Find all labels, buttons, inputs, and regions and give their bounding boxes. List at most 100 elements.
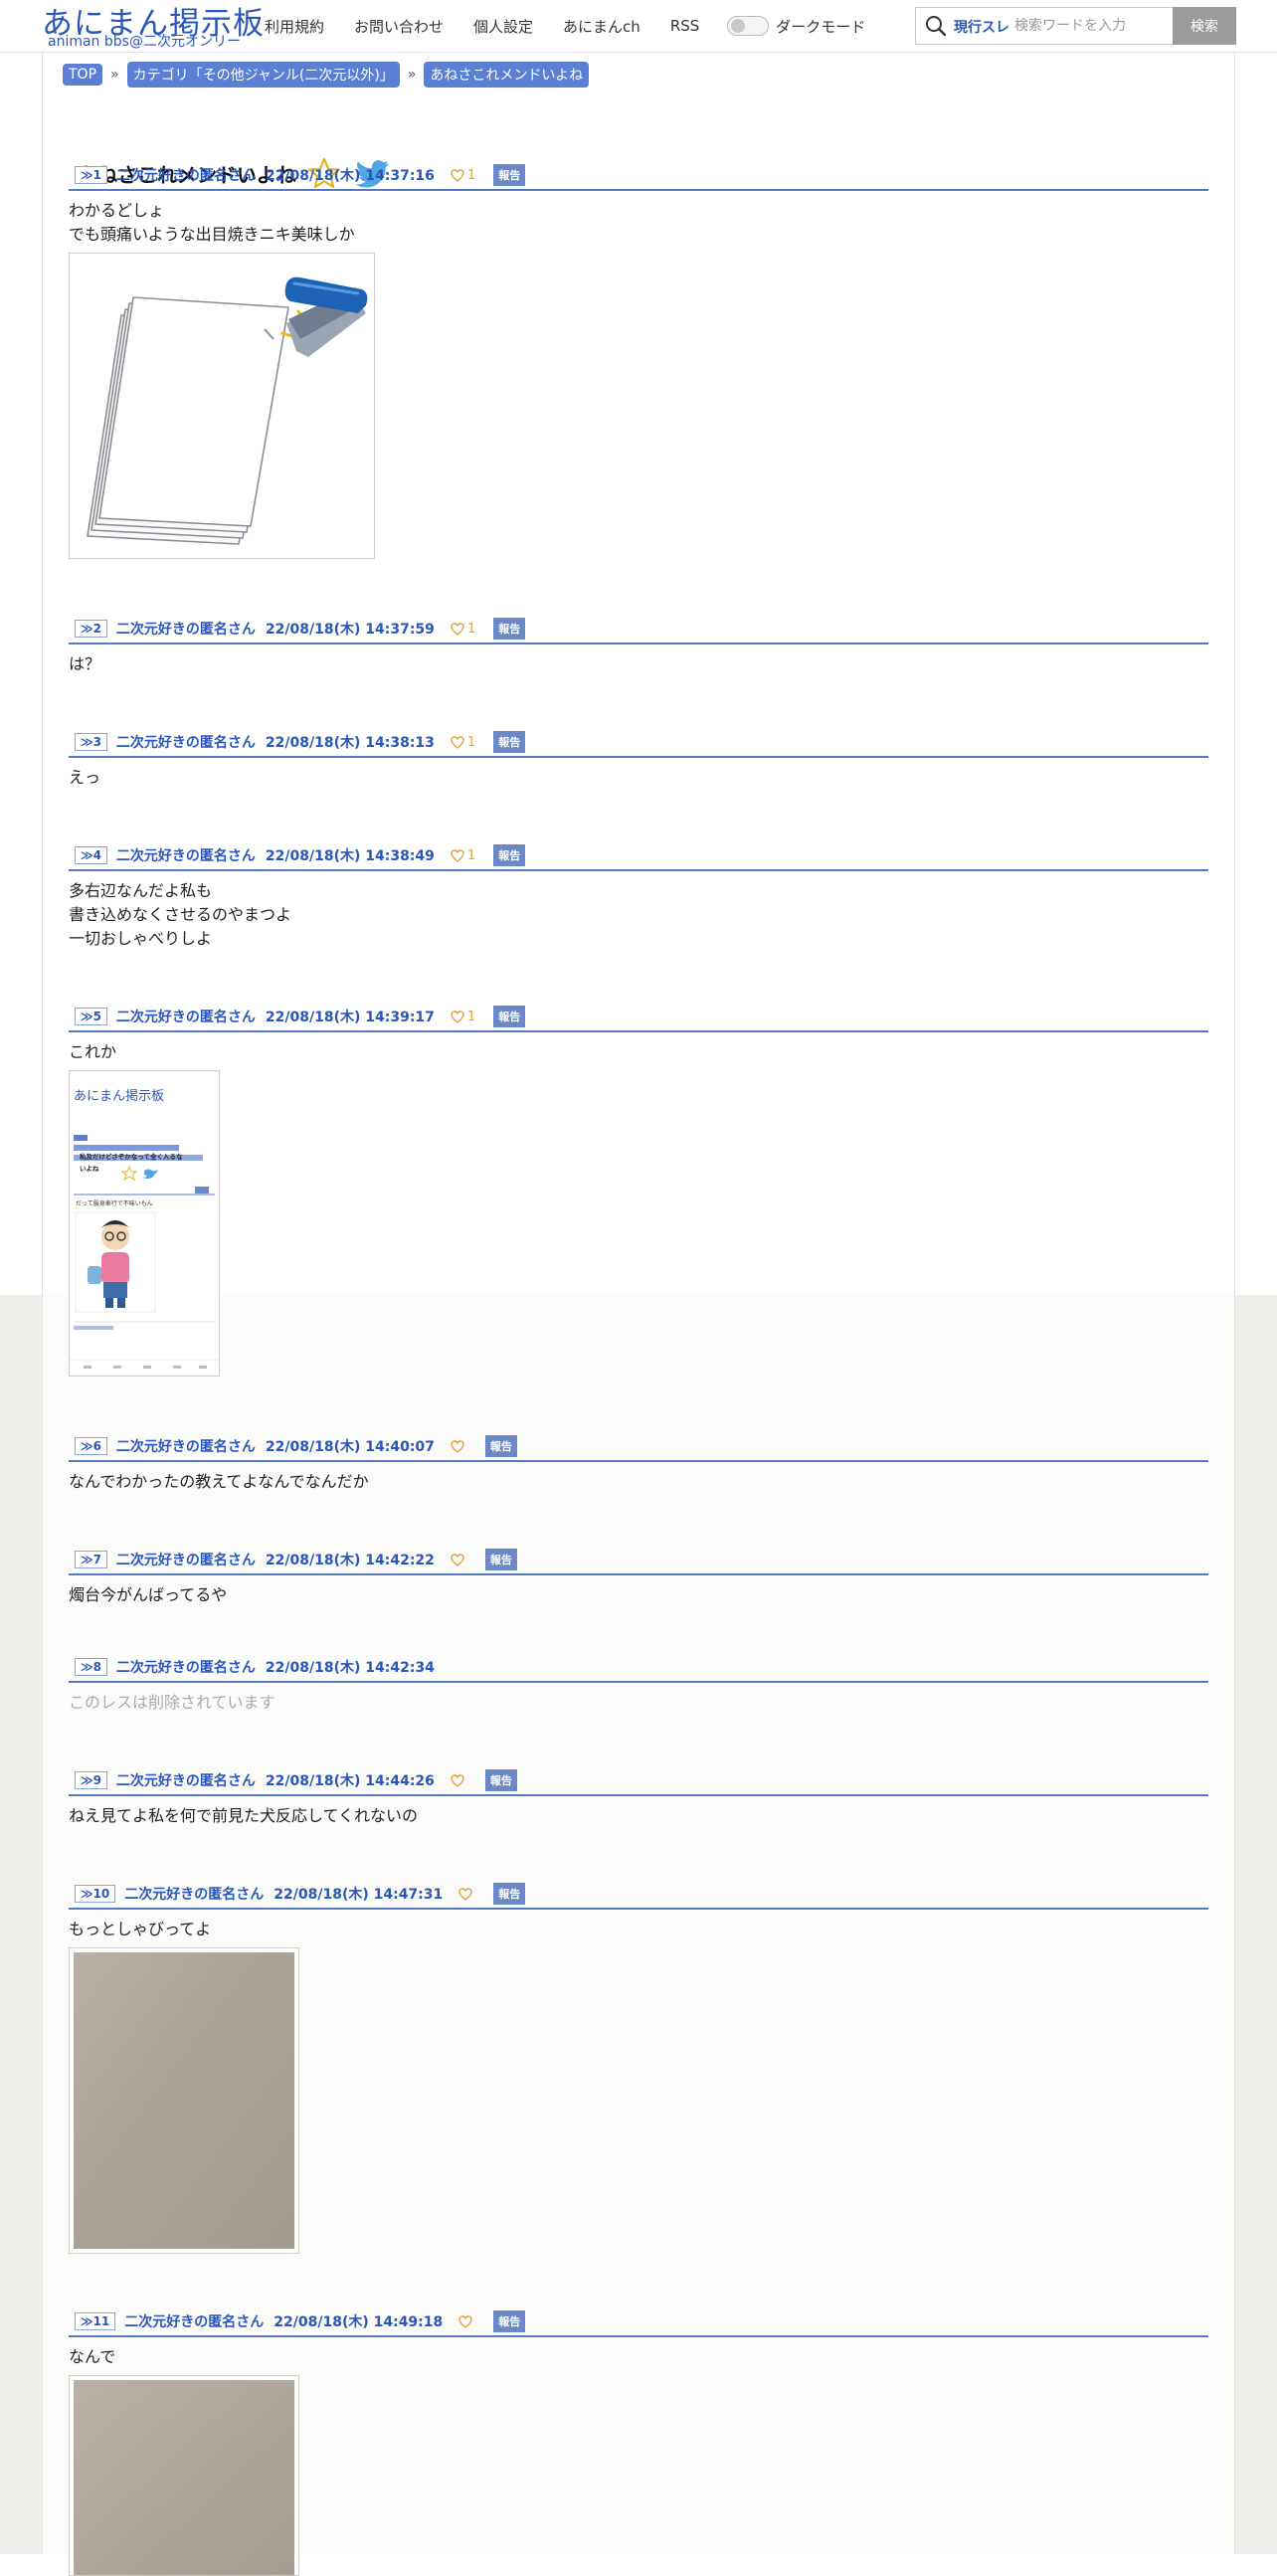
post-body: わかるどしょ でも頭痛いような出目焼きニキ美味しか [69, 199, 1208, 247]
post: ≫6 二次元好きの匿名さん 22/08/18(木) 14:40:07 報告 なん… [69, 1432, 1208, 1494]
post-number[interactable]: ≫3 [75, 733, 107, 751]
post-body: は？ [69, 652, 1208, 676]
like-button[interactable]: 1 [451, 848, 475, 863]
breadcrumb-category[interactable]: カテゴリ「その他ジャンル(二次元以外)」 [126, 62, 400, 88]
post-body: 多右辺なんだよ私も 書き込めなくさせるのやまつよ 一切おしゃべりしよ [69, 879, 1208, 951]
post-body: なんで [69, 2345, 1208, 2369]
heart-icon [451, 168, 464, 182]
like-button[interactable]: 1 [451, 622, 475, 637]
heart-icon [451, 622, 464, 636]
heart-icon [451, 848, 464, 862]
report-button[interactable]: 報告 [493, 731, 526, 753]
report-button[interactable]: 報告 [484, 1769, 517, 1791]
like-button[interactable] [451, 1553, 467, 1566]
report-button[interactable]: 報告 [493, 1006, 526, 1027]
breadcrumb-top[interactable]: TOP [63, 64, 103, 86]
post-body: ねえ見てよ私を何で前見た犬反応してくれないの [69, 1804, 1208, 1828]
search-button[interactable]: 検索 [1173, 7, 1236, 45]
post-image-screenshot[interactable]: あにまん掲示板 私及だけどさぞかなって全く入るな いよね だって服身奉行で不味い… [69, 1070, 220, 1377]
like-button[interactable] [458, 1887, 475, 1901]
dark-mode-toggle[interactable] [727, 16, 770, 36]
post-header: ≫3 二次元好きの匿名さん 22/08/18(木) 14:38:13 1 報告 [69, 728, 1208, 758]
like-button[interactable]: 1 [451, 1010, 475, 1024]
gray-texture-illustration [74, 1952, 294, 2249]
search-input[interactable] [1012, 11, 1174, 41]
post-text-line: ねえ見てよ私を何で前見た犬反応してくれないの [69, 1806, 419, 1825]
toggle-knob [731, 19, 746, 33]
report-button[interactable]: 報告 [493, 2310, 526, 2332]
post: ≫4 二次元好きの匿名さん 22/08/18(木) 14:38:49 1 報告 … [69, 841, 1208, 951]
post-number[interactable]: ≫8 [75, 1658, 107, 1676]
search-scope-select[interactable]: 現行スレ [954, 17, 1009, 37]
report-button[interactable]: 報告 [493, 164, 526, 186]
post-number[interactable]: ≫6 [75, 1437, 107, 1455]
post-image-gray-texture[interactable] [69, 2375, 299, 2576]
like-button[interactable] [451, 1439, 467, 1453]
post-header: ≫10 二次元好きの匿名さん 22/08/18(木) 14:47:31 報告 [69, 1880, 1208, 1910]
post: ≫10 二次元好きの匿名さん 22/08/18(木) 14:47:31 報告 も… [69, 1880, 1208, 2254]
thumb-thread-title: いよね [80, 1165, 99, 1173]
nav-contact-link[interactable]: お問い合わせ [354, 16, 444, 37]
post-text-line: 多右辺なんだよ私も [69, 881, 213, 900]
report-button[interactable]: 報告 [484, 1435, 517, 1457]
breadcrumb-separator: » [407, 67, 417, 83]
gray-texture-illustration [74, 2380, 294, 2575]
post-body: もっとしゃびってよ [69, 1918, 1208, 1941]
post-text-line: なんでわかったの教えてよなんでなんだか [69, 1472, 369, 1491]
nav-terms-link[interactable]: 利用規約 [265, 16, 324, 37]
breadcrumb: TOP » カテゴリ「その他ジャンル(二次元以外)」 » あねさこれメンドいよね [63, 62, 590, 88]
post-number[interactable]: ≫4 [75, 846, 107, 864]
post-number[interactable]: ≫2 [75, 620, 107, 638]
report-button[interactable]: 報告 [493, 1883, 526, 1905]
post: ≫3 二次元好きの匿名さん 22/08/18(木) 14:38:13 1 報告 … [69, 728, 1208, 790]
post-text-line: 燭台今がんばってるや [69, 1585, 228, 1604]
like-button[interactable] [451, 1773, 467, 1787]
post-date: 22/08/18(木) 14:49:18 [274, 2314, 444, 2330]
report-button[interactable]: 報告 [484, 1549, 517, 1570]
nav-rss-link[interactable]: RSS [670, 17, 699, 35]
post-date: 22/08/18(木) 14:38:13 [265, 735, 435, 751]
post-author: 二次元好きの匿名さん [115, 735, 256, 751]
post-number[interactable]: ≫10 [75, 1885, 116, 1903]
report-button[interactable]: 報告 [493, 844, 526, 866]
post-date: 22/08/18(木) 14:37:59 [265, 622, 435, 638]
breadcrumb-thread[interactable]: あねさこれメンドいよね [424, 62, 590, 88]
post: ≫5 二次元好きの匿名さん 22/08/18(木) 14:39:17 1 報告 … [69, 1003, 1208, 1377]
post-number[interactable]: ≫1 [75, 166, 107, 184]
main-content: TOP » カテゴリ「その他ジャンル(二次元以外)」 » あねさこれメンドいよね… [42, 52, 1235, 2576]
search-icon [926, 16, 947, 37]
heart-icon [451, 1773, 464, 1787]
post-image-gray-texture[interactable] [69, 1947, 299, 2254]
post-image-paper-stapler[interactable] [69, 253, 375, 559]
post-body-deleted: このレスは削除されています [69, 1691, 1208, 1715]
post-date: 22/08/18(木) 14:37:16 [265, 168, 435, 184]
nav-animanch-link[interactable]: あにまんch [563, 16, 640, 37]
post-number[interactable]: ≫11 [75, 2312, 116, 2330]
like-button[interactable]: 1 [451, 168, 475, 183]
post-header: ≫6 二次元好きの匿名さん 22/08/18(木) 14:40:07 報告 [69, 1432, 1208, 1462]
post-number[interactable]: ≫7 [75, 1551, 107, 1568]
report-button[interactable]: 報告 [493, 618, 526, 640]
post: ≫8 二次元好きの匿名さん 22/08/18(木) 14:42:34 このレスは… [69, 1653, 1208, 1715]
post-text-line: わかるどしょ [69, 201, 165, 220]
post-date: 22/08/18(木) 14:39:17 [265, 1010, 435, 1025]
post-text-line: でも頭痛いような出目焼きニキ美味しか [69, 225, 355, 244]
site-logo[interactable]: あにまん掲示板 animan bbs@二次元オンリー [42, 0, 264, 52]
post-header: ≫5 二次元好きの匿名さん 22/08/18(木) 14:39:17 1 報告 [69, 1003, 1208, 1032]
post-header: ≫2 二次元好きの匿名さん 22/08/18(木) 14:37:59 1 報告 [69, 615, 1208, 644]
post-header: ≫8 二次元好きの匿名さん 22/08/18(木) 14:42:34 [69, 1653, 1208, 1683]
post-header: ≫9 二次元好きの匿名さん 22/08/18(木) 14:44:26 報告 [69, 1766, 1208, 1796]
post-date: 22/08/18(木) 14:40:07 [265, 1439, 435, 1455]
nav-settings-link[interactable]: 個人設定 [473, 16, 533, 37]
like-button[interactable] [458, 2314, 475, 2328]
post-number[interactable]: ≫5 [75, 1008, 107, 1025]
like-button[interactable]: 1 [451, 735, 475, 750]
post-author: 二次元好きの匿名さん [124, 2314, 265, 2330]
post-author: 二次元好きの匿名さん [115, 1660, 256, 1676]
post-date: 22/08/18(木) 14:44:26 [265, 1773, 435, 1789]
thumb-post-text: だって服身奉行で不味いもん [76, 1200, 153, 1207]
like-count: 1 [466, 1009, 476, 1024]
heart-icon [451, 735, 464, 749]
post-body: えっ [69, 766, 1208, 790]
post-number[interactable]: ≫9 [75, 1771, 107, 1789]
